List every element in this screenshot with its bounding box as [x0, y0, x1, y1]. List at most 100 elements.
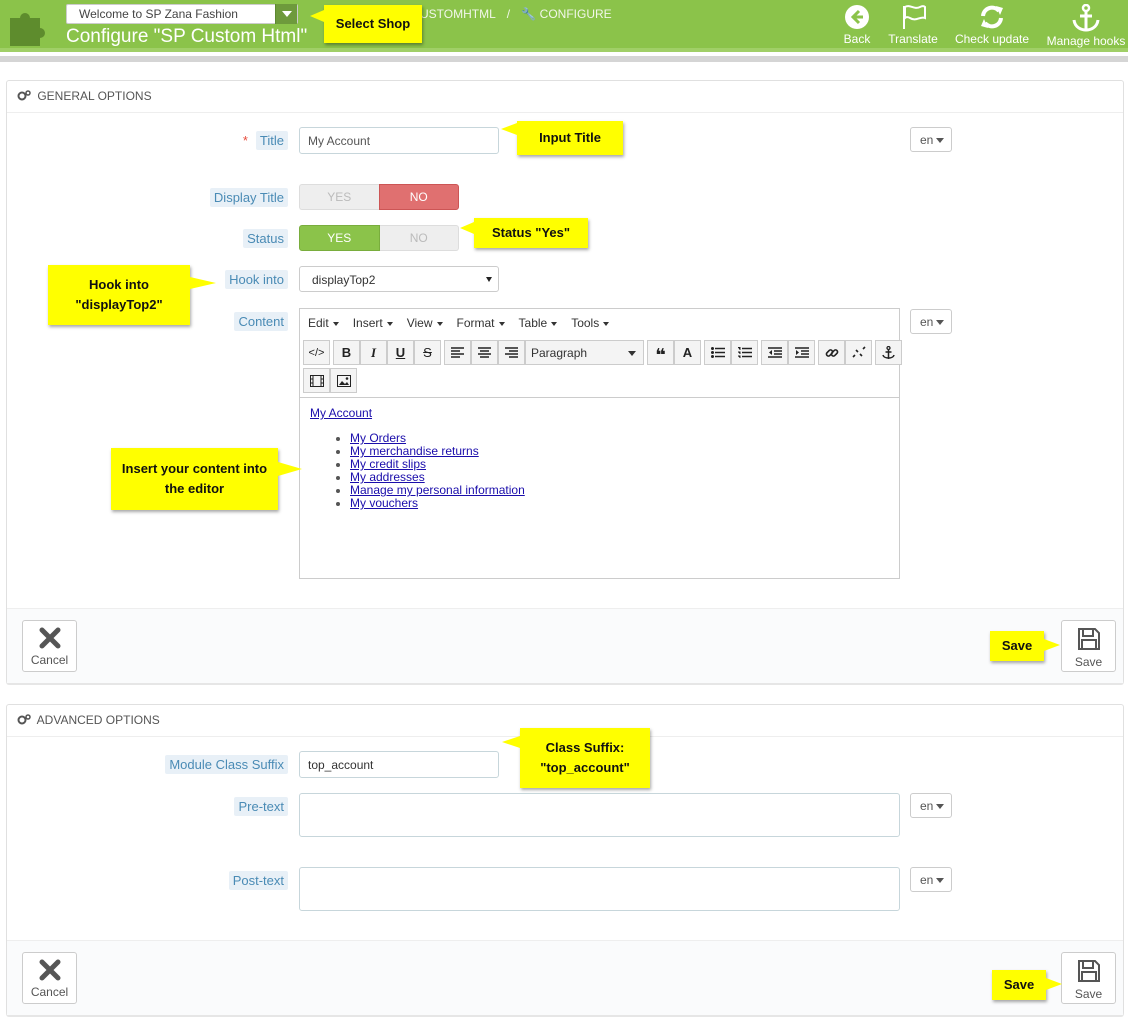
callout-text: Class Suffix: "top_account"	[540, 740, 630, 775]
align-right-icon[interactable]	[498, 340, 525, 365]
anchor-icon	[1072, 4, 1100, 32]
title-input[interactable]: My Account	[299, 127, 499, 154]
panel-footer	[7, 940, 1123, 1015]
cancel-button[interactable]: Cancel	[22, 952, 77, 1004]
posttext-textarea[interactable]	[299, 867, 900, 911]
strikethrough-icon[interactable]: S	[414, 340, 441, 365]
hook-select[interactable]: displayTop2	[299, 266, 499, 292]
breadcrumb-item[interactable]: USTOMHTML	[420, 7, 495, 21]
image-icon[interactable]	[330, 368, 357, 393]
display-title-label: Display Title	[190, 188, 288, 207]
bullet-list-icon[interactable]	[704, 340, 731, 365]
bold-icon[interactable]: B	[333, 340, 360, 365]
callout-input-title: Input Title	[501, 121, 623, 155]
class-suffix-input[interactable]: top_account	[299, 751, 499, 778]
display-title-switch[interactable]: YES NO	[299, 184, 459, 210]
status-yes[interactable]: YES	[299, 225, 380, 251]
editor-toolbar-row-1: </> B I U S Paragraph ❝ A	[303, 340, 902, 366]
wrench-icon: 🔧	[521, 7, 537, 21]
breadcrumb-item[interactable]: CONFIGURE	[540, 7, 612, 21]
align-left-icon[interactable]	[444, 340, 471, 365]
text-color-icon[interactable]: A	[674, 340, 701, 365]
translate-button[interactable]: Translate	[884, 4, 942, 48]
list-item: My merchandise returns	[350, 445, 889, 458]
save-button[interactable]: Save	[1061, 952, 1116, 1004]
menu-view[interactable]: View	[407, 316, 443, 330]
callout-tail	[502, 736, 520, 748]
anchor-icon[interactable]	[875, 340, 902, 365]
pretext-textarea[interactable]	[299, 793, 900, 837]
pretext-label: Pre-text	[190, 797, 288, 816]
hook-label-text: Hook into	[225, 270, 288, 289]
italic-icon[interactable]: I	[360, 340, 387, 365]
video-icon[interactable]	[303, 368, 330, 393]
top-header: Welcome to SP Zana Fashion Configure "SP…	[0, 0, 1128, 52]
display-title-no[interactable]: NO	[378, 184, 459, 210]
callout-text: Hook into "displayTop2"	[75, 277, 163, 312]
menu-table[interactable]: Table	[519, 316, 558, 330]
chevron-down-icon[interactable]	[275, 4, 297, 24]
indent-icon[interactable]	[788, 340, 815, 365]
header-shadow	[0, 56, 1128, 62]
cogs-icon	[17, 90, 31, 101]
advanced-options-heading: ADVANCED OPTIONS	[36, 713, 160, 727]
content-link[interactable]: My merchandise returns	[350, 444, 479, 458]
source-code-icon[interactable]: </>	[303, 340, 330, 365]
flag-icon	[903, 5, 926, 29]
menu-tools[interactable]: Tools	[571, 316, 610, 330]
callout-tail	[501, 123, 517, 135]
puzzle-icon	[10, 13, 45, 46]
callout-tail	[190, 277, 216, 289]
editor-toolbar-row-2	[303, 368, 357, 394]
manage-hooks-button[interactable]: Manage hooks	[1044, 4, 1128, 48]
numbered-list-icon[interactable]	[731, 340, 758, 365]
editor-content-area[interactable]: My Account My Orders My merchandise retu…	[300, 397, 899, 578]
content-heading-link[interactable]: My Account	[310, 406, 372, 420]
display-title-yes[interactable]: YES	[299, 184, 379, 210]
menu-edit[interactable]: Edit	[308, 316, 339, 330]
title-lang-select[interactable]: en	[910, 127, 952, 152]
status-no[interactable]: NO	[379, 225, 459, 251]
refresh-icon	[981, 5, 1003, 29]
floppy-disk-icon	[1077, 960, 1100, 982]
content-lang-select[interactable]: en	[910, 309, 952, 334]
content-link[interactable]: Manage my personal information	[350, 483, 525, 497]
content-label: Content	[190, 312, 288, 331]
check-update-button[interactable]: Check update	[952, 4, 1032, 48]
status-switch[interactable]: YES NO	[299, 225, 459, 251]
callout-tail	[278, 462, 302, 476]
manage-hooks-label: Manage hooks	[1046, 34, 1126, 48]
shop-select[interactable]: Welcome to SP Zana Fashion	[66, 4, 298, 24]
required-asterisk: *	[242, 133, 248, 148]
panel-heading: GENERAL OPTIONS	[7, 81, 1123, 113]
suffix-label: Module Class Suffix	[150, 755, 288, 774]
content-link[interactable]: My credit slips	[350, 457, 426, 471]
align-center-icon[interactable]	[471, 340, 498, 365]
callout-class-suffix: Class Suffix: "top_account"	[502, 728, 650, 788]
content-link-list: My Orders My merchandise returns My cred…	[310, 432, 889, 510]
rich-text-editor: Edit Insert View Format Table Tools </> …	[299, 308, 902, 579]
menu-format[interactable]: Format	[457, 316, 505, 330]
content-link[interactable]: My Orders	[350, 431, 406, 445]
blockquote-icon[interactable]: ❝	[647, 340, 674, 365]
unlink-icon[interactable]	[845, 340, 872, 365]
callout-tail	[460, 222, 474, 234]
callout-select-shop: Select Shop	[310, 5, 422, 43]
outdent-icon[interactable]	[761, 340, 788, 365]
close-icon	[39, 627, 60, 649]
back-label: Back	[843, 32, 871, 46]
cancel-button[interactable]: Cancel	[22, 620, 77, 672]
menu-insert[interactable]: Insert	[353, 316, 393, 330]
save-label: Save	[1074, 655, 1103, 669]
content-link[interactable]: My vouchers	[350, 496, 418, 510]
back-button[interactable]: Back	[838, 4, 876, 48]
underline-icon[interactable]: U	[387, 340, 414, 365]
callout-text: Status "Yes"	[491, 225, 571, 240]
link-icon[interactable]	[818, 340, 845, 365]
save-button[interactable]: Save	[1061, 620, 1116, 672]
pretext-lang-select[interactable]: en	[910, 793, 952, 818]
paragraph-format-select[interactable]: Paragraph	[525, 340, 644, 365]
content-link[interactable]: My addresses	[350, 470, 425, 484]
posttext-lang-select[interactable]: en	[910, 867, 952, 892]
shop-select-value: Welcome to SP Zana Fashion	[79, 7, 238, 21]
